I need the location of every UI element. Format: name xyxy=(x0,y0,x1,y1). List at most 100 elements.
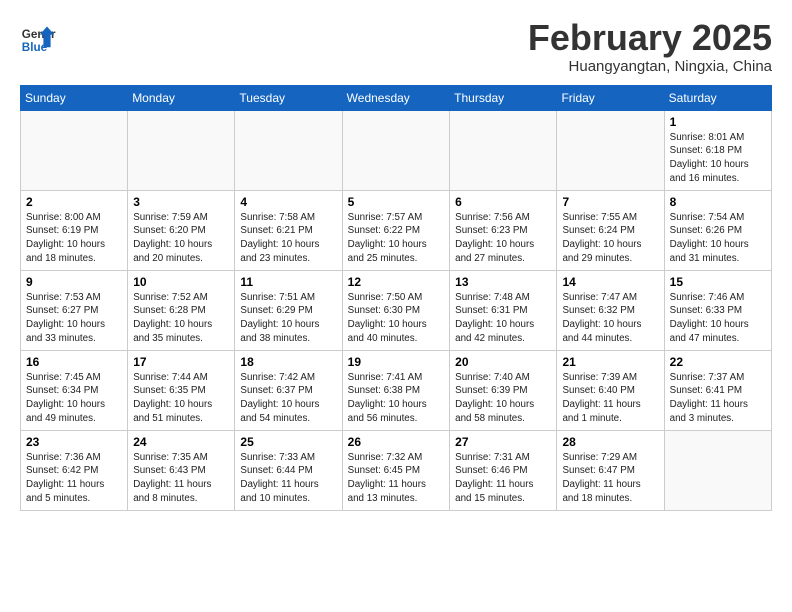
day-number: 11 xyxy=(240,275,336,289)
day-info: Sunrise: 7:31 AMSunset: 6:46 PMDaylight:… xyxy=(455,451,551,506)
day-info: Sunrise: 8:01 AMSunset: 6:18 PMDaylight:… xyxy=(670,131,766,186)
day-info: Sunrise: 7:50 AMSunset: 6:30 PMDaylight:… xyxy=(348,291,445,346)
header: General Blue February 2025 Huangyangtan,… xyxy=(20,18,772,75)
calendar-cell: 19Sunrise: 7:41 AMSunset: 6:38 PMDayligh… xyxy=(342,350,450,430)
day-number: 12 xyxy=(348,275,445,289)
day-number: 7 xyxy=(562,195,658,209)
calendar-week-row: 9 Sunrise: 7:53 AMSunset: 6:27 PMDaylight… xyxy=(21,270,772,350)
day-info: Sunrise: 7:57 AMSunset: 6:22 PMDaylight:… xyxy=(348,211,445,266)
calendar-cell: 14 Sunrise: 7:47 AMSunset: 6:32 PMDayligh… xyxy=(557,270,664,350)
calendar-cell: 8 Sunrise: 7:54 AMSunset: 6:26 PMDaylight… xyxy=(664,190,771,270)
calendar-cell: 13Sunrise: 7:48 AMSunset: 6:31 PMDayligh… xyxy=(450,270,557,350)
day-info: Sunrise: 7:56 AMSunset: 6:23 PMDaylight:… xyxy=(455,211,551,266)
day-info: Sunrise: 7:51 AMSunset: 6:29 PMDaylight:… xyxy=(240,291,336,346)
day-number: 6 xyxy=(455,195,551,209)
calendar-cell: 27 Sunrise: 7:31 AMSunset: 6:46 PMDayligh… xyxy=(450,430,557,510)
calendar-cell: 11 Sunrise: 7:51 AMSunset: 6:29 PMDayligh… xyxy=(235,270,342,350)
day-info: Sunrise: 7:54 AMSunset: 6:26 PMDaylight:… xyxy=(670,211,766,266)
calendar-weekday-thursday: Thursday xyxy=(450,85,557,110)
calendar-cell: 20 Sunrise: 7:40 AMSunset: 6:39 PMDayligh… xyxy=(450,350,557,430)
day-number: 24 xyxy=(133,435,229,449)
day-number: 28 xyxy=(562,435,658,449)
calendar-weekday-monday: Monday xyxy=(128,85,235,110)
calendar-cell: 28 Sunrise: 7:29 AMSunset: 6:47 PMDayligh… xyxy=(557,430,664,510)
calendar-week-row: 23 Sunrise: 7:36 AMSunset: 6:42 PMDayligh… xyxy=(21,430,772,510)
calendar-cell xyxy=(21,110,128,190)
day-info: Sunrise: 7:39 AMSunset: 6:40 PMDaylight:… xyxy=(562,371,658,426)
logo: General Blue xyxy=(20,22,58,58)
day-number: 20 xyxy=(455,355,551,369)
calendar-cell: 15Sunrise: 7:46 AMSunset: 6:33 PMDayligh… xyxy=(664,270,771,350)
day-number: 10 xyxy=(133,275,229,289)
calendar-cell: 17 Sunrise: 7:44 AMSunset: 6:35 PMDayligh… xyxy=(128,350,235,430)
calendar-cell: 25 Sunrise: 7:33 AMSunset: 6:44 PMDayligh… xyxy=(235,430,342,510)
calendar-cell: 16 Sunrise: 7:45 AMSunset: 6:34 PMDayligh… xyxy=(21,350,128,430)
day-number: 3 xyxy=(133,195,229,209)
calendar-cell: 2 Sunrise: 8:00 AMSunset: 6:19 PMDaylight… xyxy=(21,190,128,270)
calendar-cell xyxy=(342,110,450,190)
day-number: 23 xyxy=(26,435,122,449)
day-number: 18 xyxy=(240,355,336,369)
day-number: 5 xyxy=(348,195,445,209)
day-number: 2 xyxy=(26,195,122,209)
day-number: 27 xyxy=(455,435,551,449)
calendar-cell: 12 Sunrise: 7:50 AMSunset: 6:30 PMDayligh… xyxy=(342,270,450,350)
day-info: Sunrise: 7:58 AMSunset: 6:21 PMDaylight:… xyxy=(240,211,336,266)
day-info: Sunrise: 7:41 AMSunset: 6:38 PMDaylight:… xyxy=(348,371,445,426)
day-info: Sunrise: 7:44 AMSunset: 6:35 PMDaylight:… xyxy=(133,371,229,426)
day-number: 15 xyxy=(670,275,766,289)
calendar-week-row: 16 Sunrise: 7:45 AMSunset: 6:34 PMDayligh… xyxy=(21,350,772,430)
calendar-cell: 4 Sunrise: 7:58 AMSunset: 6:21 PMDaylight… xyxy=(235,190,342,270)
day-number: 16 xyxy=(26,355,122,369)
calendar-cell: 26 Sunrise: 7:32 AMSunset: 6:45 PMDayligh… xyxy=(342,430,450,510)
day-number: 26 xyxy=(348,435,445,449)
calendar-cell: 1 Sunrise: 8:01 AMSunset: 6:18 PMDaylight… xyxy=(664,110,771,190)
calendar-weekday-saturday: Saturday xyxy=(664,85,771,110)
day-info: Sunrise: 8:00 AMSunset: 6:19 PMDaylight:… xyxy=(26,211,122,266)
calendar-cell: 23 Sunrise: 7:36 AMSunset: 6:42 PMDayligh… xyxy=(21,430,128,510)
calendar-cell: 3 Sunrise: 7:59 AMSunset: 6:20 PMDaylight… xyxy=(128,190,235,270)
calendar-cell xyxy=(664,430,771,510)
calendar-cell: 21 Sunrise: 7:39 AMSunset: 6:40 PMDayligh… xyxy=(557,350,664,430)
logo-icon: General Blue xyxy=(20,22,56,58)
day-number: 17 xyxy=(133,355,229,369)
title-block: February 2025 Huangyangtan, Ningxia, Chi… xyxy=(528,18,772,75)
day-info: Sunrise: 7:36 AMSunset: 6:42 PMDaylight:… xyxy=(26,451,122,506)
day-number: 25 xyxy=(240,435,336,449)
day-number: 14 xyxy=(562,275,658,289)
location: Huangyangtan, Ningxia, China xyxy=(528,58,772,75)
day-info: Sunrise: 7:45 AMSunset: 6:34 PMDaylight:… xyxy=(26,371,122,426)
day-info: Sunrise: 7:32 AMSunset: 6:45 PMDaylight:… xyxy=(348,451,445,506)
day-number: 9 xyxy=(26,275,122,289)
day-info: Sunrise: 7:55 AMSunset: 6:24 PMDaylight:… xyxy=(562,211,658,266)
calendar-weekday-friday: Friday xyxy=(557,85,664,110)
calendar-weekday-sunday: Sunday xyxy=(21,85,128,110)
calendar-cell: 9 Sunrise: 7:53 AMSunset: 6:27 PMDaylight… xyxy=(21,270,128,350)
calendar-header-row: SundayMondayTuesdayWednesdayThursdayFrid… xyxy=(21,85,772,110)
day-info: Sunrise: 7:37 AMSunset: 6:41 PMDaylight:… xyxy=(670,371,766,426)
calendar-cell: 7 Sunrise: 7:55 AMSunset: 6:24 PMDaylight… xyxy=(557,190,664,270)
day-info: Sunrise: 7:53 AMSunset: 6:27 PMDaylight:… xyxy=(26,291,122,346)
day-number: 4 xyxy=(240,195,336,209)
calendar-cell: 22Sunrise: 7:37 AMSunset: 6:41 PMDayligh… xyxy=(664,350,771,430)
calendar-table: SundayMondayTuesdayWednesdayThursdayFrid… xyxy=(20,85,772,511)
day-info: Sunrise: 7:33 AMSunset: 6:44 PMDaylight:… xyxy=(240,451,336,506)
calendar-cell: 5 Sunrise: 7:57 AMSunset: 6:22 PMDaylight… xyxy=(342,190,450,270)
day-info: Sunrise: 7:52 AMSunset: 6:28 PMDaylight:… xyxy=(133,291,229,346)
calendar-cell: 10 Sunrise: 7:52 AMSunset: 6:28 PMDayligh… xyxy=(128,270,235,350)
day-info: Sunrise: 7:29 AMSunset: 6:47 PMDaylight:… xyxy=(562,451,658,506)
calendar-week-row: 1 Sunrise: 8:01 AMSunset: 6:18 PMDaylight… xyxy=(21,110,772,190)
calendar-cell: 6 Sunrise: 7:56 AMSunset: 6:23 PMDaylight… xyxy=(450,190,557,270)
day-info: Sunrise: 7:40 AMSunset: 6:39 PMDaylight:… xyxy=(455,371,551,426)
calendar-cell: 24Sunrise: 7:35 AMSunset: 6:43 PMDayligh… xyxy=(128,430,235,510)
calendar-cell xyxy=(450,110,557,190)
day-number: 8 xyxy=(670,195,766,209)
day-number: 21 xyxy=(562,355,658,369)
day-info: Sunrise: 7:42 AMSunset: 6:37 PMDaylight:… xyxy=(240,371,336,426)
calendar-weekday-tuesday: Tuesday xyxy=(235,85,342,110)
calendar-week-row: 2 Sunrise: 8:00 AMSunset: 6:19 PMDaylight… xyxy=(21,190,772,270)
day-info: Sunrise: 7:47 AMSunset: 6:32 PMDaylight:… xyxy=(562,291,658,346)
day-number: 1 xyxy=(670,115,766,129)
month-title: February 2025 xyxy=(528,18,772,58)
day-info: Sunrise: 7:59 AMSunset: 6:20 PMDaylight:… xyxy=(133,211,229,266)
